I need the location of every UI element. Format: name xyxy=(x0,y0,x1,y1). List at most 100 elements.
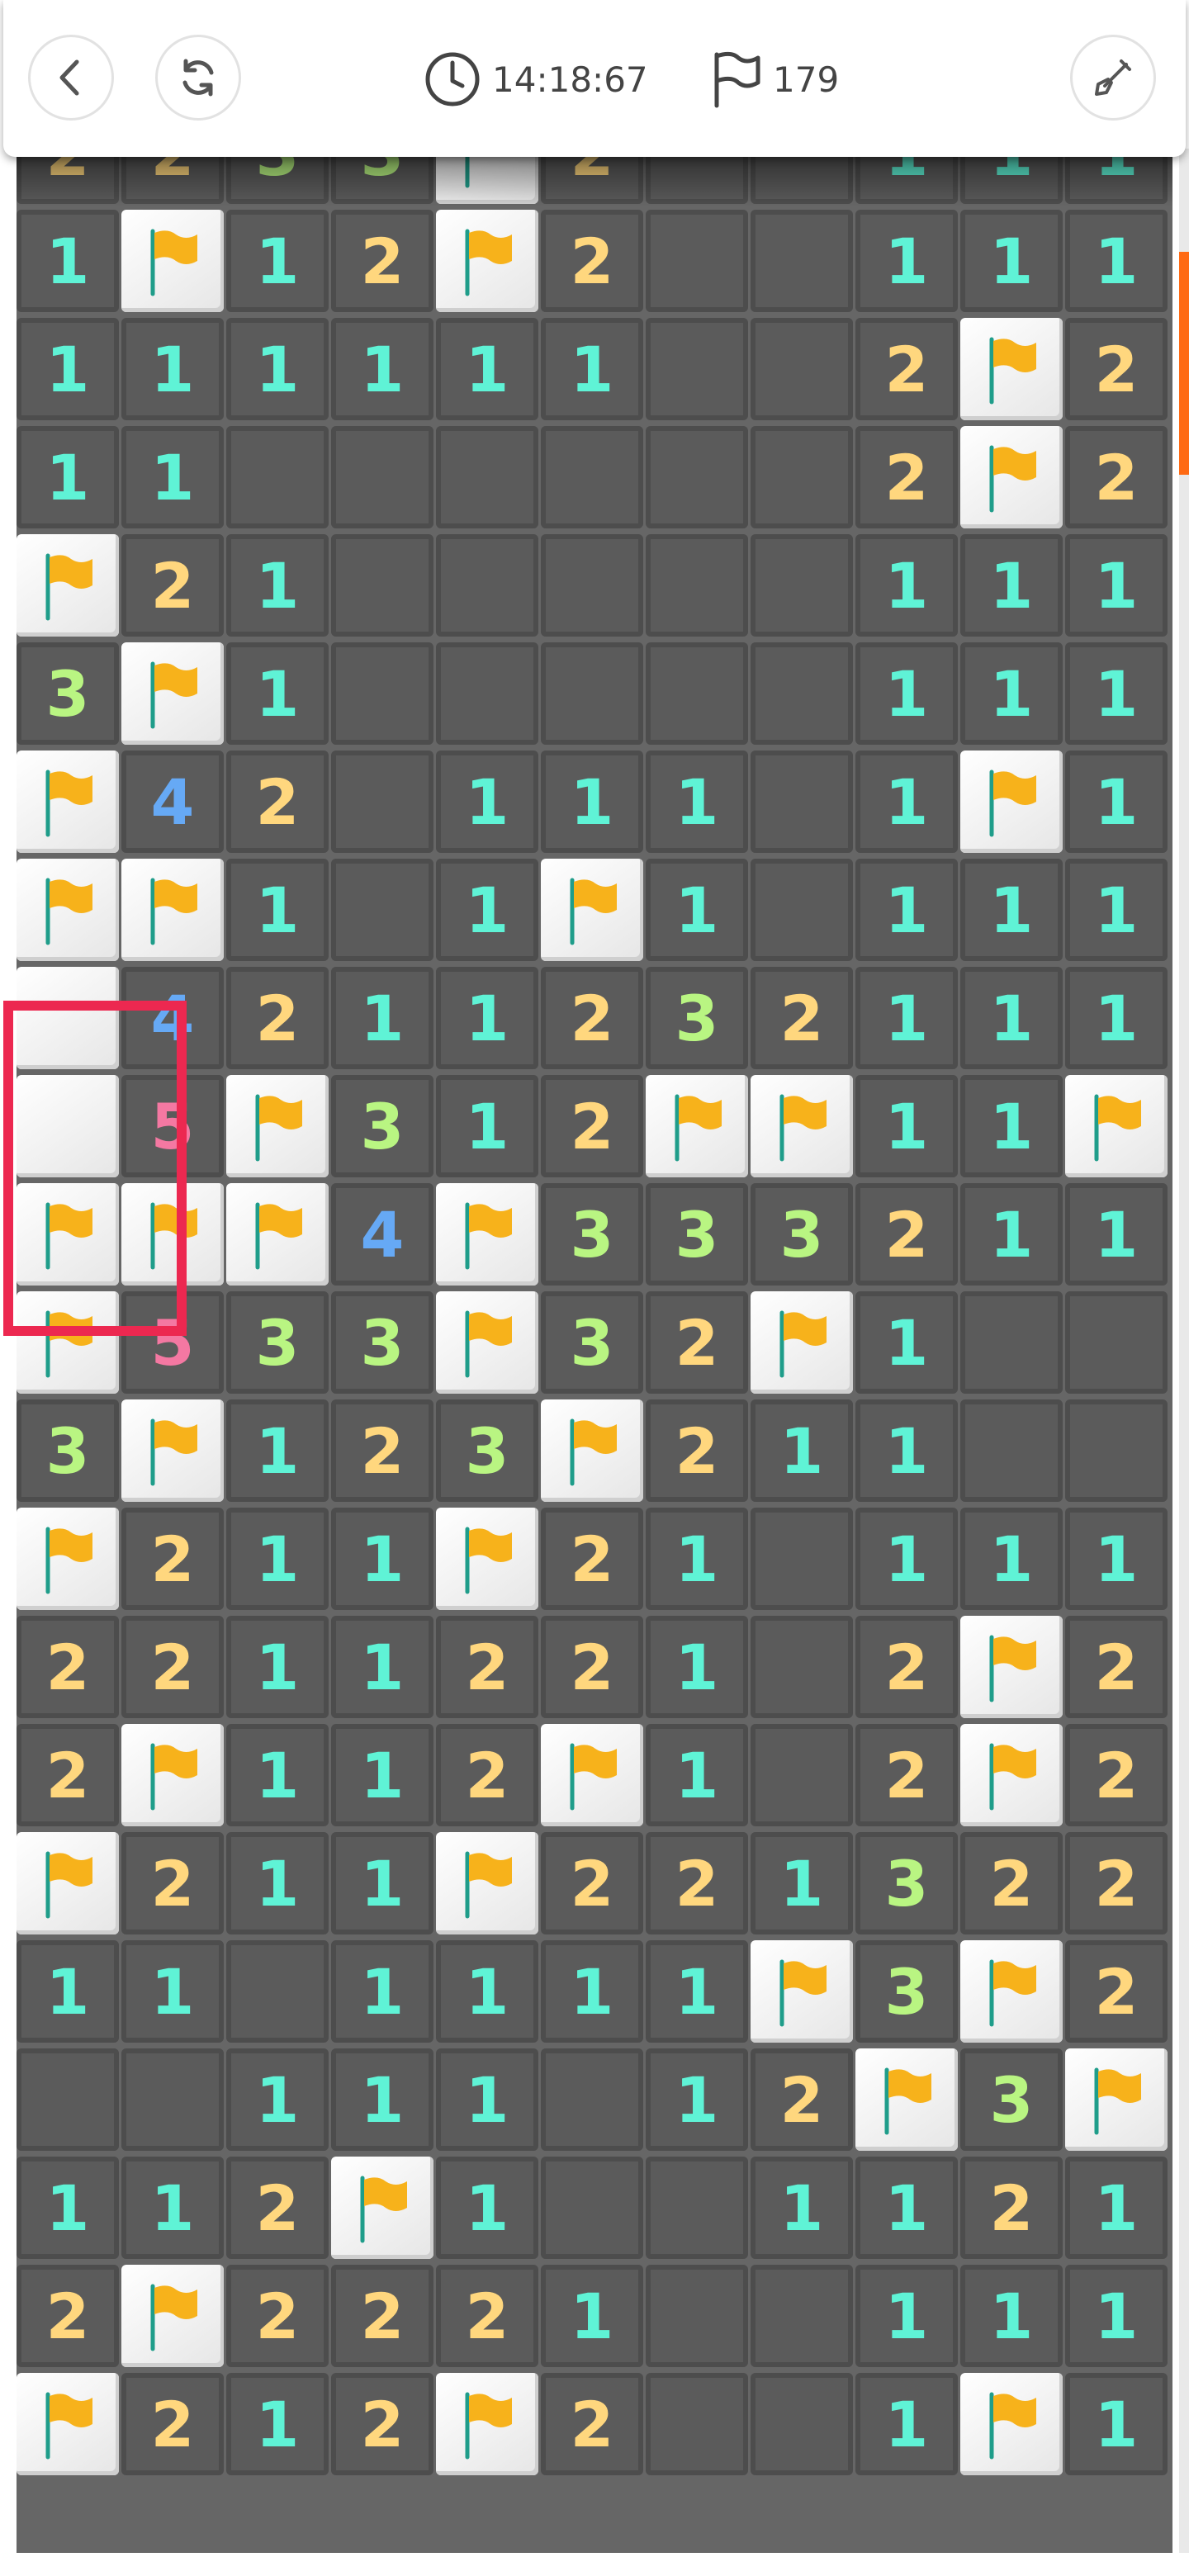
number-cell[interactable]: 1 xyxy=(541,1940,643,2043)
empty-cell[interactable] xyxy=(331,859,433,961)
number-cell[interactable]: 1 xyxy=(331,1616,433,1718)
flagged-cell[interactable] xyxy=(436,1832,538,1934)
number-cell[interactable]: 4 xyxy=(331,1183,433,1286)
shovel-mode-button[interactable] xyxy=(1070,35,1156,121)
number-cell[interactable]: 1 xyxy=(960,2265,1063,2367)
scrollbar-thumb[interactable] xyxy=(1179,252,1189,475)
flagged-cell[interactable] xyxy=(646,1075,748,1177)
flagged-cell[interactable] xyxy=(226,1183,329,1286)
empty-cell[interactable] xyxy=(646,534,748,637)
number-cell[interactable]: 1 xyxy=(855,2373,958,2475)
number-cell[interactable]: 2 xyxy=(331,2265,433,2367)
flagged-cell[interactable] xyxy=(17,1508,119,1610)
flagged-cell[interactable] xyxy=(226,1075,329,1177)
number-cell[interactable]: 2 xyxy=(17,2265,119,2367)
number-cell[interactable]: 1 xyxy=(436,2048,538,2151)
empty-cell[interactable] xyxy=(960,1399,1063,1502)
number-cell[interactable]: 1 xyxy=(855,1291,958,1394)
number-cell[interactable]: 1 xyxy=(331,1724,433,1826)
number-cell[interactable]: 1 xyxy=(331,2048,433,2151)
number-cell[interactable]: 1 xyxy=(226,1724,329,1826)
number-cell[interactable]: 2 xyxy=(226,751,329,853)
empty-cell[interactable] xyxy=(751,1616,853,1718)
flagged-cell[interactable] xyxy=(960,318,1063,420)
number-cell[interactable]: 1 xyxy=(121,1940,224,2043)
number-cell[interactable]: 2 xyxy=(855,318,958,420)
empty-cell[interactable] xyxy=(751,1724,853,1826)
number-cell[interactable]: 3 xyxy=(646,967,748,1069)
empty-cell[interactable] xyxy=(646,642,748,745)
number-cell[interactable]: 1 xyxy=(646,1508,748,1610)
number-cell[interactable]: 1 xyxy=(1065,210,1168,312)
flagged-cell[interactable] xyxy=(960,426,1063,528)
number-cell[interactable]: 1 xyxy=(17,1940,119,2043)
flagged-cell[interactable] xyxy=(121,859,224,961)
number-cell[interactable]: 2 xyxy=(541,1832,643,1934)
number-cell[interactable]: 3 xyxy=(17,1399,119,1502)
number-cell[interactable]: 1 xyxy=(226,1832,329,1934)
number-cell[interactable]: 1 xyxy=(646,1940,748,2043)
number-cell[interactable]: 2 xyxy=(1065,1616,1168,1718)
number-cell[interactable]: 1 xyxy=(960,1075,1063,1177)
flagged-cell[interactable] xyxy=(121,642,224,745)
number-cell[interactable]: 1 xyxy=(226,318,329,420)
flagged-cell[interactable] xyxy=(751,1075,853,1177)
empty-cell[interactable] xyxy=(1065,1291,1168,1394)
empty-cell[interactable] xyxy=(751,2265,853,2367)
flagged-cell[interactable] xyxy=(960,1724,1063,1826)
number-cell[interactable]: 1 xyxy=(331,318,433,420)
number-cell[interactable]: 1 xyxy=(17,318,119,420)
empty-cell[interactable] xyxy=(646,2265,748,2367)
number-cell[interactable]: 1 xyxy=(855,534,958,637)
empty-cell[interactable] xyxy=(751,2373,853,2475)
number-cell[interactable]: 1 xyxy=(751,1832,853,1934)
number-cell[interactable]: 1 xyxy=(226,2048,329,2151)
number-cell[interactable]: 1 xyxy=(751,1399,853,1502)
number-cell[interactable]: 1 xyxy=(17,426,119,528)
flagged-cell[interactable] xyxy=(121,1724,224,1826)
number-cell[interactable]: 1 xyxy=(960,859,1063,961)
number-cell[interactable]: 1 xyxy=(436,1940,538,2043)
number-cell[interactable]: 2 xyxy=(17,1616,119,1718)
flagged-cell[interactable] xyxy=(960,1616,1063,1718)
number-cell[interactable]: 1 xyxy=(1065,534,1168,637)
number-cell[interactable]: 1 xyxy=(226,210,329,312)
number-cell[interactable]: 1 xyxy=(855,642,958,745)
scrollbar-track[interactable] xyxy=(1179,149,1189,2576)
number-cell[interactable]: 1 xyxy=(541,318,643,420)
empty-cell[interactable] xyxy=(751,534,853,637)
empty-cell[interactable] xyxy=(751,859,853,961)
flagged-cell[interactable] xyxy=(751,1291,853,1394)
empty-cell[interactable] xyxy=(646,2373,748,2475)
number-cell[interactable]: 1 xyxy=(436,2157,538,2259)
flagged-cell[interactable] xyxy=(541,1399,643,1502)
number-cell[interactable]: 1 xyxy=(855,2265,958,2367)
number-cell[interactable]: 1 xyxy=(855,2157,958,2259)
number-cell[interactable]: 2 xyxy=(436,1616,538,1718)
number-cell[interactable]: 1 xyxy=(646,1616,748,1718)
number-cell[interactable]: 1 xyxy=(1065,1508,1168,1610)
flagged-cell[interactable] xyxy=(331,2157,433,2259)
number-cell[interactable]: 1 xyxy=(855,967,958,1069)
number-cell[interactable]: 2 xyxy=(121,534,224,637)
flagged-cell[interactable] xyxy=(121,1399,224,1502)
flagged-cell[interactable] xyxy=(436,1508,538,1610)
empty-cell[interactable] xyxy=(646,318,748,420)
number-cell[interactable]: 1 xyxy=(226,1508,329,1610)
number-cell[interactable]: 1 xyxy=(226,859,329,961)
number-cell[interactable]: 2 xyxy=(1065,318,1168,420)
flagged-cell[interactable] xyxy=(17,751,119,853)
number-cell[interactable]: 3 xyxy=(646,1183,748,1286)
empty-cell[interactable] xyxy=(1065,1399,1168,1502)
empty-cell[interactable] xyxy=(751,1508,853,1610)
empty-cell[interactable] xyxy=(541,2157,643,2259)
number-cell[interactable]: 1 xyxy=(436,1075,538,1177)
number-cell[interactable]: 1 xyxy=(541,751,643,853)
number-cell[interactable]: 1 xyxy=(226,1616,329,1718)
number-cell[interactable]: 2 xyxy=(226,2265,329,2367)
empty-cell[interactable] xyxy=(436,642,538,745)
flagged-cell[interactable] xyxy=(960,751,1063,853)
number-cell[interactable]: 1 xyxy=(855,1508,958,1610)
empty-cell[interactable] xyxy=(17,2048,119,2151)
empty-cell[interactable] xyxy=(646,210,748,312)
